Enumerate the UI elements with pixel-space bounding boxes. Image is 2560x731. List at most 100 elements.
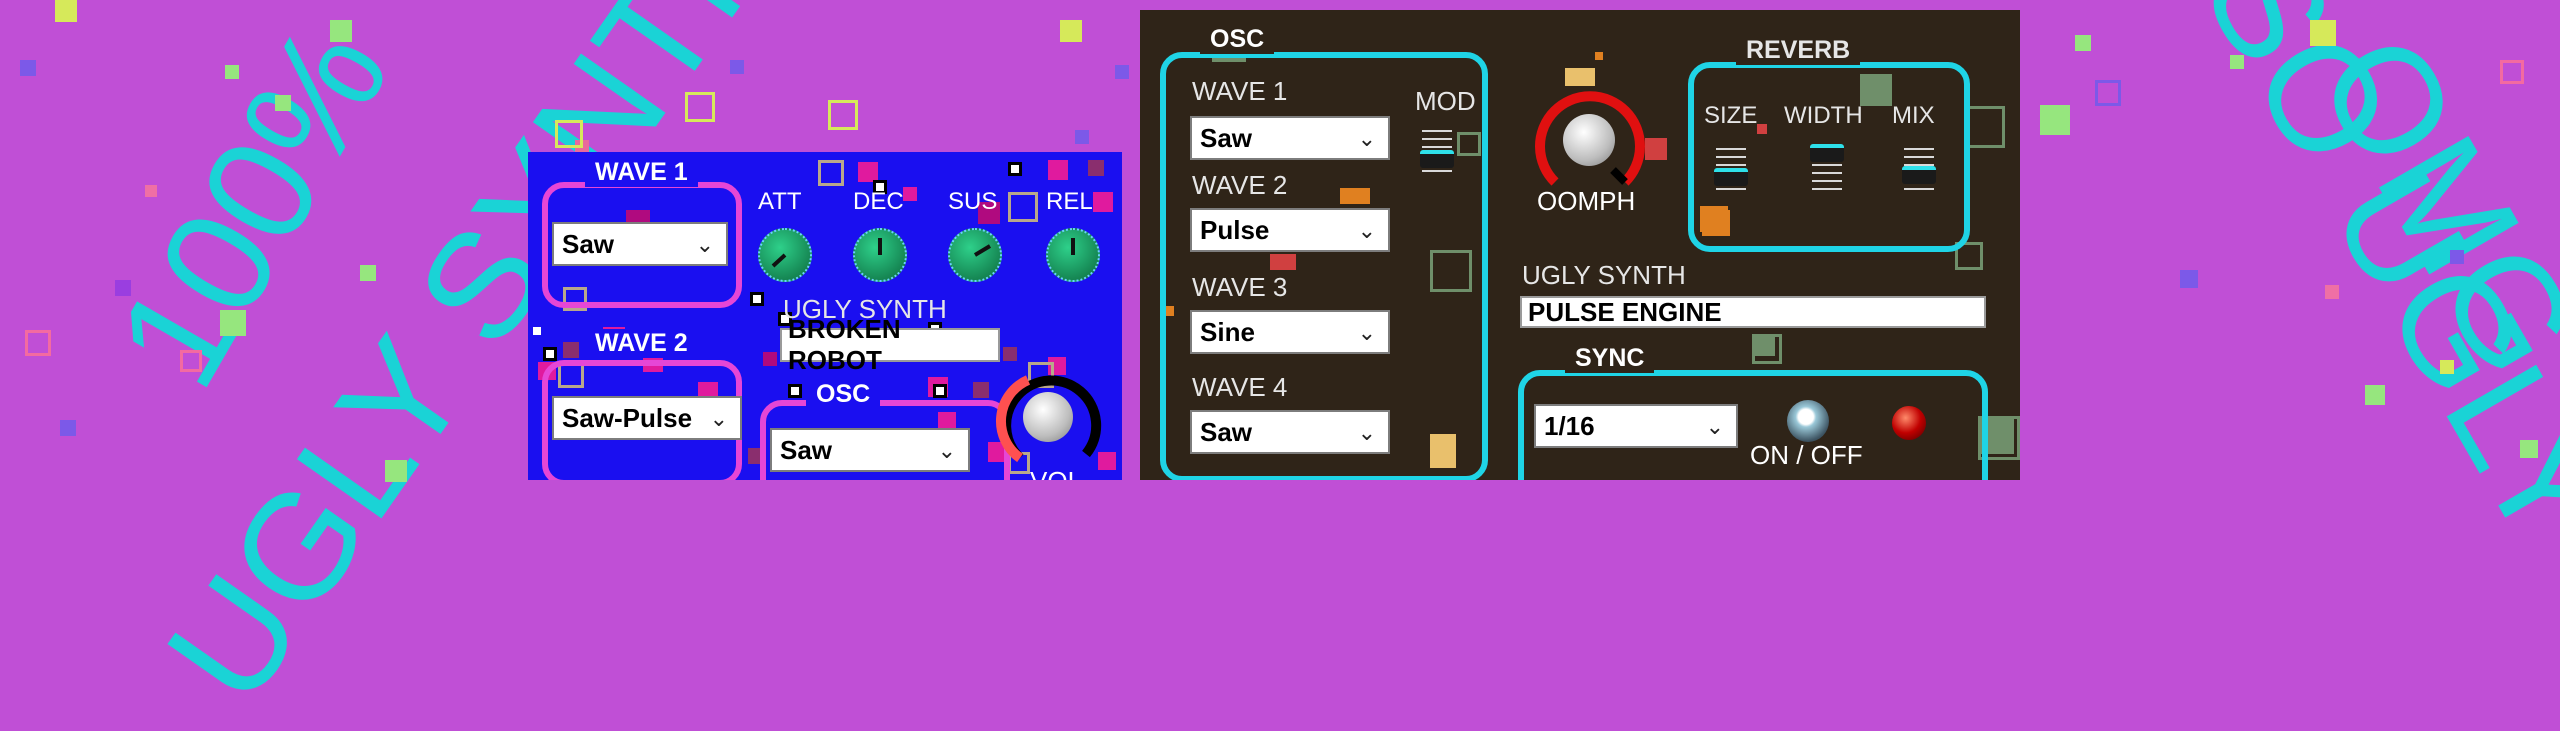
wave4-select-value: Saw xyxy=(1200,416,1253,447)
wave2-select[interactable]: Saw-Pulse ⌄ xyxy=(552,396,742,440)
noise-square xyxy=(1595,52,1603,60)
sync-rate-select[interactable]: 1/16 ⌄ xyxy=(1534,404,1738,448)
wave2-title: WAVE 2 xyxy=(585,329,698,358)
chevron-down-icon: ⌄ xyxy=(1357,126,1376,151)
confetti-square xyxy=(2230,55,2244,69)
env-label-dec: DEC xyxy=(853,188,904,215)
confetti-square xyxy=(2365,385,2385,405)
confetti-square xyxy=(360,265,376,281)
sus-knob[interactable] xyxy=(948,228,1002,282)
chevron-down-icon: ⌄ xyxy=(1357,320,1376,345)
wave2-select-value: Saw-Pulse xyxy=(562,402,693,433)
confetti-square xyxy=(555,120,583,148)
noise-square xyxy=(903,187,917,201)
synth-panel-pulse-engine: OSC WAVE 1 Saw ⌄ WAVE 2 Pulse ⌄ WAVE 3 S… xyxy=(1140,10,2020,480)
confetti-square xyxy=(2040,105,2070,135)
confetti-square xyxy=(275,95,291,111)
oomph-knob[interactable] xyxy=(1563,114,1615,166)
noise-square xyxy=(1965,106,2005,148)
rel-knob[interactable] xyxy=(1046,228,1100,282)
chevron-down-icon: ⌄ xyxy=(1705,414,1724,439)
confetti-square xyxy=(225,65,239,79)
reverb-size-handle[interactable] xyxy=(1714,168,1748,186)
confetti-square xyxy=(115,280,131,296)
wave1-select-value: Saw xyxy=(1200,122,1253,153)
wave2-select-value: Pulse xyxy=(1200,214,1270,245)
wave1-label: WAVE 1 xyxy=(1192,76,1288,106)
wave4-select[interactable]: Saw ⌄ xyxy=(1190,410,1390,454)
confetti-square xyxy=(1075,130,1089,144)
knob-indicator-icon xyxy=(973,244,992,257)
wave3-select[interactable]: Sine ⌄ xyxy=(1190,310,1390,354)
confetti-square xyxy=(220,310,246,336)
confetti-square xyxy=(2520,440,2538,458)
mod-fader-handle[interactable] xyxy=(1420,150,1454,168)
reverb-mix-label: MIX xyxy=(1892,102,1935,129)
confetti-square xyxy=(2500,60,2524,84)
sync-indicator-led xyxy=(1892,406,1926,440)
noise-square xyxy=(533,327,541,335)
wave1-title: WAVE 1 xyxy=(585,158,698,187)
bg-word-so-ugly: SO UGLY xyxy=(2171,0,2560,571)
chevron-down-icon: ⌄ xyxy=(709,406,728,431)
osc-title: OSC xyxy=(806,380,881,409)
sync-toggle-button[interactable] xyxy=(1787,400,1829,442)
confetti-square xyxy=(180,350,202,372)
noise-square xyxy=(543,347,557,361)
synth-name-label: UGLY SYNTH xyxy=(1522,260,1686,290)
att-knob[interactable] xyxy=(758,228,812,282)
chevron-down-icon: ⌄ xyxy=(937,438,956,463)
knob-indicator-icon xyxy=(771,253,787,268)
sync-rate-value: 1/16 xyxy=(1544,410,1595,441)
noise-square xyxy=(788,384,802,398)
osc-select[interactable]: Saw ⌄ xyxy=(770,428,970,472)
noise-square xyxy=(858,162,878,182)
chevron-down-icon: ⌄ xyxy=(1357,218,1376,243)
wave1-select[interactable]: Saw ⌄ xyxy=(1190,116,1390,160)
knob-indicator-icon xyxy=(1071,238,1075,255)
confetti-square xyxy=(1115,65,1129,79)
synth-name-field[interactable]: BROKEN ROBOT xyxy=(780,314,1000,375)
wave1-select[interactable]: Saw ⌄ xyxy=(552,222,728,266)
reverb-size-label: SIZE xyxy=(1704,102,1758,129)
confetti-square xyxy=(2450,250,2464,264)
dec-knob[interactable] xyxy=(853,228,907,282)
confetti-square xyxy=(145,185,157,197)
reverb-mix-handle[interactable] xyxy=(1902,166,1936,184)
noise-square xyxy=(933,384,947,398)
noise-square xyxy=(750,292,764,306)
noise-square xyxy=(1048,160,1068,180)
noise-square xyxy=(1008,162,1022,176)
wave3-select-value: Sine xyxy=(1200,316,1255,347)
knob-indicator-icon xyxy=(878,238,882,255)
confetti-square xyxy=(730,60,744,74)
confetti-square xyxy=(2095,80,2121,106)
confetti-square xyxy=(385,460,407,482)
noise-square xyxy=(1702,210,1730,236)
wave4-label: WAVE 4 xyxy=(1192,372,1288,402)
confetti-square xyxy=(2180,270,2198,288)
confetti-square xyxy=(25,330,51,356)
confetti-square xyxy=(2075,35,2091,51)
reverb-width-handle[interactable] xyxy=(1810,144,1844,162)
noise-square xyxy=(1093,192,1113,212)
wave2-select[interactable]: Pulse ⌄ xyxy=(1190,208,1390,252)
noise-square xyxy=(563,342,579,358)
oomph-label: OOMPH xyxy=(1537,186,1636,216)
synth-name-field[interactable]: PULSE ENGINE xyxy=(1520,296,1986,328)
confetti-square xyxy=(55,0,77,22)
reverb-width-label: WIDTH xyxy=(1784,102,1863,129)
sync-toggle-label: ON / OFF xyxy=(1750,440,1863,470)
noise-square xyxy=(818,160,844,186)
vol-label: VOL xyxy=(1030,466,1082,480)
env-label-sus: SUS xyxy=(948,188,998,215)
wave1-select-value: Saw xyxy=(562,228,615,259)
osc-select-value: Saw xyxy=(780,434,833,465)
noise-square xyxy=(763,352,777,366)
synth-panel-broken-robot: WAVE 1 Saw ⌄ WAVE 2 Saw-Pulse ⌄ ATT DEC … xyxy=(528,152,1122,480)
confetti-square xyxy=(1060,20,1082,42)
confetti-square xyxy=(685,92,715,122)
vol-knob[interactable] xyxy=(1023,392,1073,442)
confetti-square xyxy=(20,60,36,76)
wave2-label: WAVE 2 xyxy=(1192,170,1288,200)
